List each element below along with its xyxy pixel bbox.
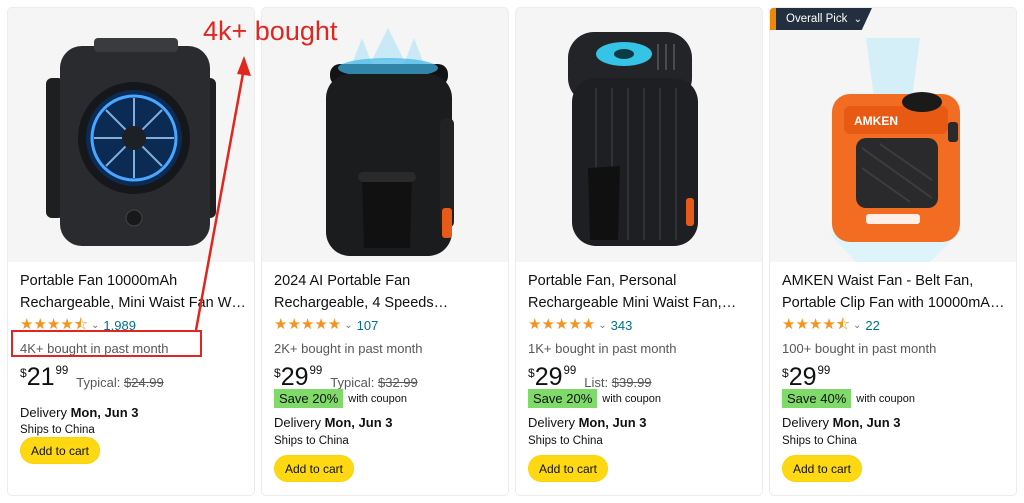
price[interactable]: $ 29 99: [782, 363, 830, 391]
product-title[interactable]: Portable Fan 10000mAh Rechargeable, Mini…: [20, 270, 248, 314]
price-whole: 21: [26, 363, 55, 391]
price[interactable]: $ 29 99 Typical: $32.99: [274, 363, 418, 391]
coupon-badge[interactable]: Save 40%: [782, 389, 852, 408]
add-to-cart-button[interactable]: Add to cart: [782, 455, 862, 482]
price[interactable]: $ 21 99 Typical: $24.99: [20, 363, 164, 391]
delivery-info: Delivery Mon, Jun 3: [274, 415, 392, 430]
reference-price-label: List:: [584, 375, 609, 390]
price-symbol: $: [20, 366, 27, 380]
ships-to: Ships to China: [782, 435, 857, 447]
delivery-label: Delivery: [782, 415, 829, 430]
rating[interactable]: ★★★★★ ⌄ 107: [274, 317, 378, 333]
badge-label: Overall Pick: [786, 13, 848, 25]
price-fraction: 99: [563, 365, 577, 377]
brand-logo-text: AMKEN: [854, 114, 898, 128]
delivery-date: Mon, Jun 3: [832, 415, 901, 430]
add-to-cart-button[interactable]: Add to cart: [528, 455, 608, 482]
reference-price-value: $39.99: [611, 375, 652, 390]
add-to-cart-button[interactable]: Add to cart: [20, 437, 100, 464]
product-title[interactable]: Portable Fan, Personal Rechargeable Mini…: [528, 270, 756, 314]
star-rating-icon[interactable]: ★★★★★: [528, 317, 595, 333]
coupon[interactable]: Save 40% with coupon: [782, 389, 915, 408]
delivery-info: Delivery Mon, Jun 3: [528, 415, 646, 430]
star-rating-icon[interactable]: ★★★★⯪: [782, 317, 850, 333]
bought-count: 2K+ bought in past month: [274, 341, 423, 356]
product-title[interactable]: AMKEN Waist Fan - Belt Fan, Portable Cli…: [782, 270, 1010, 314]
delivery-label: Delivery: [274, 415, 321, 430]
badge-accent: [770, 8, 776, 30]
rating[interactable]: ★★★★★ ⌄ 343: [528, 317, 632, 333]
ships-to: Ships to China: [274, 435, 349, 447]
bought-count: 1K+ bought in past month: [528, 341, 677, 356]
price-fraction: 99: [309, 365, 323, 377]
chevron-down-icon[interactable]: ⌄: [853, 320, 861, 331]
annotation-label: 4k+ bought: [203, 16, 338, 46]
product-card: AMKEN Overall Pick ⌄ AMKEN Waist Fan - B…: [770, 8, 1016, 495]
product-image[interactable]: AMKEN Overall Pick ⌄: [770, 8, 1016, 262]
coupon-text: with coupon: [856, 392, 915, 405]
add-to-cart-button[interactable]: Add to cart: [274, 455, 354, 482]
chevron-down-icon[interactable]: ⌄: [598, 320, 606, 331]
rating-count-link[interactable]: 343: [611, 318, 633, 333]
delivery-date: Mon, Jun 3: [578, 415, 647, 430]
ships-to: Ships to China: [20, 424, 95, 436]
annotation-highlight-box: [11, 330, 202, 357]
coupon[interactable]: Save 20% with coupon: [274, 389, 407, 408]
reference-price-label: Typical:: [330, 375, 375, 390]
delivery-label: Delivery: [528, 415, 575, 430]
price-symbol: $: [782, 366, 789, 380]
price-whole: 29: [788, 363, 817, 391]
price-fraction: 99: [817, 365, 831, 377]
price-symbol: $: [528, 366, 535, 380]
price-fraction: 99: [55, 365, 69, 377]
rating[interactable]: ★★★★⯪ ⌄ 22: [782, 317, 880, 333]
product-image[interactable]: [516, 8, 762, 262]
rating-count-link[interactable]: 22: [865, 318, 879, 333]
ships-to: Ships to China: [528, 435, 603, 447]
product-title[interactable]: 2024 AI Portable Fan Rechargeable, 4 Spe…: [274, 270, 502, 314]
reference-price-value: $32.99: [378, 375, 418, 390]
coupon-text: with coupon: [348, 392, 407, 405]
rating-count-link[interactable]: 107: [357, 318, 379, 333]
product-card: Portable Fan, Personal Rechargeable Mini…: [516, 8, 762, 495]
price-whole: 29: [280, 363, 309, 391]
chevron-down-icon[interactable]: ⌄: [91, 320, 99, 331]
price-symbol: $: [274, 366, 281, 380]
product-card: Portable Fan 10000mAh Rechargeable, Mini…: [8, 8, 254, 495]
coupon-badge[interactable]: Save 20%: [274, 389, 344, 408]
price[interactable]: $ 29 99 List: $39.99: [528, 363, 652, 391]
overall-pick-badge[interactable]: Overall Pick ⌄: [770, 8, 872, 30]
coupon[interactable]: Save 20% with coupon: [528, 389, 661, 408]
star-rating-icon[interactable]: ★★★★★: [274, 317, 341, 333]
product-card: 2024 AI Portable Fan Rechargeable, 4 Spe…: [262, 8, 508, 495]
reference-price-value: $24.99: [124, 375, 164, 390]
delivery-info: Delivery Mon, Jun 3: [20, 405, 138, 420]
reference-price: Typical: $24.99: [76, 375, 163, 390]
coupon-badge[interactable]: Save 20%: [528, 389, 598, 408]
reference-price-label: Typical:: [76, 375, 121, 390]
delivery-label: Delivery: [20, 405, 67, 420]
delivery-date: Mon, Jun 3: [324, 415, 393, 430]
chevron-down-icon: ⌄: [853, 14, 862, 25]
delivery-date: Mon, Jun 3: [70, 405, 139, 420]
price-whole: 29: [534, 363, 563, 391]
reference-price: List: $39.99: [584, 375, 651, 390]
delivery-info: Delivery Mon, Jun 3: [782, 415, 900, 430]
bought-count: 100+ bought in past month: [782, 341, 937, 356]
coupon-text: with coupon: [602, 392, 661, 405]
chevron-down-icon[interactable]: ⌄: [344, 320, 352, 331]
reference-price: Typical: $32.99: [330, 375, 417, 390]
